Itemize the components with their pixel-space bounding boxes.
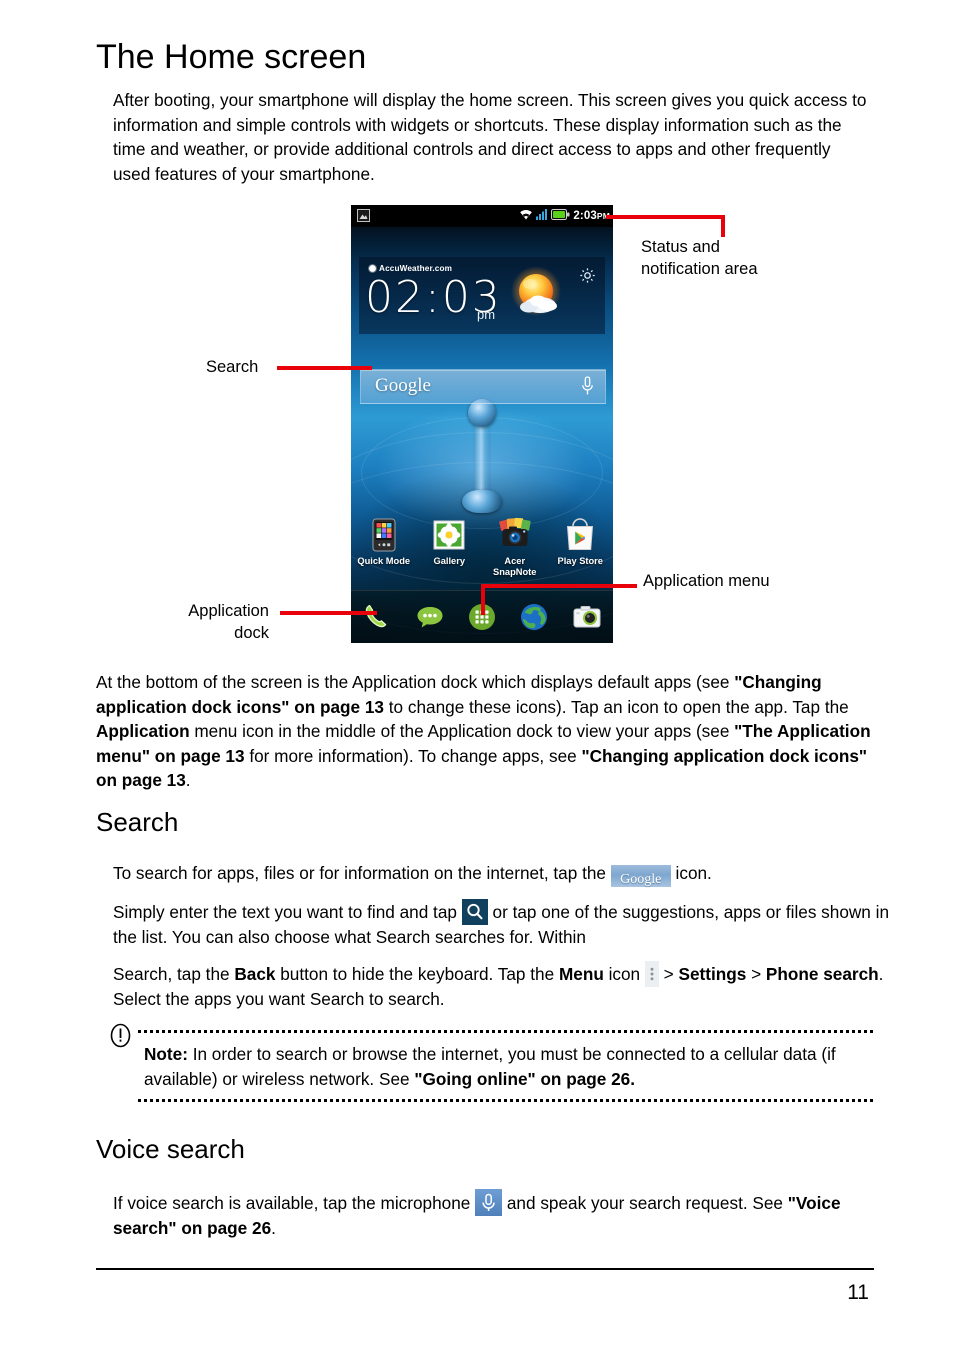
google-search-label: Google [375, 375, 431, 396]
search-paragraph-2: Simply enter the text you want to find a… [113, 899, 891, 950]
search-p2-a: Simply enter the text you want to find a… [113, 902, 462, 922]
phone-screenshot: 2:03PM AccuWeather.com 02:03 pm Google Q… [351, 205, 613, 643]
bold-phone-search: Phone search [765, 964, 879, 984]
intro-paragraph: After booting, your smartphone will disp… [113, 90, 867, 184]
voice-p-a: If voice search is available, tap the mi… [113, 1193, 476, 1213]
voice-search-heading: Voice search [96, 1134, 245, 1164]
status-bar-time: 2:03PM [573, 210, 610, 222]
search-paragraph-3: Search, tap the Back button to hide the … [113, 961, 891, 1012]
dock-bold-application: Application [96, 721, 190, 742]
callout-application-menu: Application menu [643, 572, 770, 590]
dock-p-5: . [185, 770, 191, 791]
leader-line-application-dock [280, 611, 377, 615]
browser-icon[interactable] [518, 601, 550, 633]
dock-p-3: menu icon in the middle of the Applicati… [189, 721, 735, 742]
document-page: The Home screen After booting, your smar… [0, 0, 954, 1352]
wifi-icon [519, 207, 533, 225]
app-label: Quick Mode [357, 556, 411, 566]
gallery-icon [431, 517, 467, 553]
note-label: Note: [144, 1044, 188, 1064]
page-number: 11 [847, 1281, 869, 1304]
dock-p-4: for more information). To change apps, s… [244, 745, 582, 766]
microphone-icon[interactable] [475, 1189, 503, 1216]
google-chip-icon[interactable]: Google [610, 865, 671, 887]
search-p3-b: button to hide the keyboard. Tap the [275, 964, 559, 984]
gear-icon[interactable] [579, 267, 596, 289]
search-p1-a: To search for apps, files or for informa… [113, 863, 611, 883]
callout-application-dock: Application dock [188, 602, 269, 642]
search-p3-c: icon [603, 964, 645, 984]
search-magnifier-icon[interactable] [461, 899, 488, 925]
app-play-store[interactable]: Play Store [551, 517, 609, 578]
leader-line-search [277, 366, 372, 370]
app-label: Acer SnapNote [493, 556, 537, 577]
search-p3-a: Search, tap the [113, 964, 235, 984]
leader-line-application-menu-horizontal [481, 584, 637, 588]
acer-snapnote-icon [497, 517, 533, 553]
application-dock-paragraph: At the bottom of the screen is the Appli… [96, 670, 874, 793]
bold-back: Back [234, 964, 276, 984]
search-p1-b: icon. [670, 863, 712, 883]
note-text: Note: In order to search or browse the i… [138, 1033, 873, 1099]
accuweather-widget[interactable]: AccuWeather.com 02:03 pm [359, 257, 605, 334]
quick-mode-icon [366, 517, 402, 553]
accuweather-logo-icon [369, 265, 376, 272]
callout-status-notification-area: Status and notification area [641, 238, 758, 278]
search-p3-e: > [746, 964, 766, 984]
play-store-icon [562, 517, 598, 553]
home-app-grid: Quick Mode Gallery Acer SnapNote Play St… [351, 517, 613, 578]
footer-divider [96, 1268, 874, 1270]
camera-icon[interactable] [571, 601, 603, 633]
image-notification-icon [357, 209, 370, 227]
sun-behind-cloud-icon [507, 266, 565, 324]
leader-line-status [606, 215, 725, 219]
app-label: Gallery [433, 556, 466, 566]
google-search-widget[interactable]: Google [360, 369, 606, 404]
app-quick-mode[interactable]: Quick Mode [355, 517, 413, 578]
dock-p-1: At the bottom of the screen is the Appli… [96, 672, 735, 692]
bold-settings: Settings [678, 964, 747, 984]
phone-wallpaper: AccuWeather.com 02:03 pm Google Quick Mo… [351, 227, 613, 643]
voice-p-b: and speak your search request. See [502, 1193, 788, 1213]
phone-status-bar: 2:03PM [351, 205, 613, 227]
app-acer-snapnote[interactable]: Acer SnapNote [486, 517, 544, 578]
leader-line-application-menu [481, 584, 485, 615]
app-gallery[interactable]: Gallery [420, 517, 478, 578]
search-p3-d: > [658, 964, 679, 984]
note-bottom-rule [138, 1099, 873, 1102]
search-heading: Search [96, 807, 179, 837]
widget-clock-ampm: pm [477, 307, 496, 322]
voice-search-paragraph: If voice search is available, tap the mi… [113, 1189, 891, 1241]
signal-bars-icon [536, 207, 548, 225]
exclamation-circle-icon [107, 1022, 134, 1049]
dock-p-2: to change these icons). Tap an icon to o… [383, 696, 849, 717]
bold-menu: Menu [558, 964, 604, 984]
app-label: Play Store [557, 556, 603, 566]
note-reference: "Going online" on page 26. [414, 1069, 635, 1089]
page-title: The Home screen [96, 38, 367, 76]
callout-search: Search [206, 358, 259, 376]
messaging-icon[interactable] [414, 601, 446, 633]
voice-p-c: . [271, 1218, 276, 1238]
phone-icon[interactable] [361, 601, 393, 633]
search-paragraph-1: To search for apps, files or for informa… [113, 861, 891, 887]
microphone-icon[interactable] [581, 376, 594, 401]
overflow-menu-icon[interactable] [644, 961, 659, 987]
leader-line-status-vertical [721, 215, 725, 237]
note-callout: Note: In order to search or browse the i… [110, 1023, 873, 1102]
battery-icon [551, 207, 570, 225]
